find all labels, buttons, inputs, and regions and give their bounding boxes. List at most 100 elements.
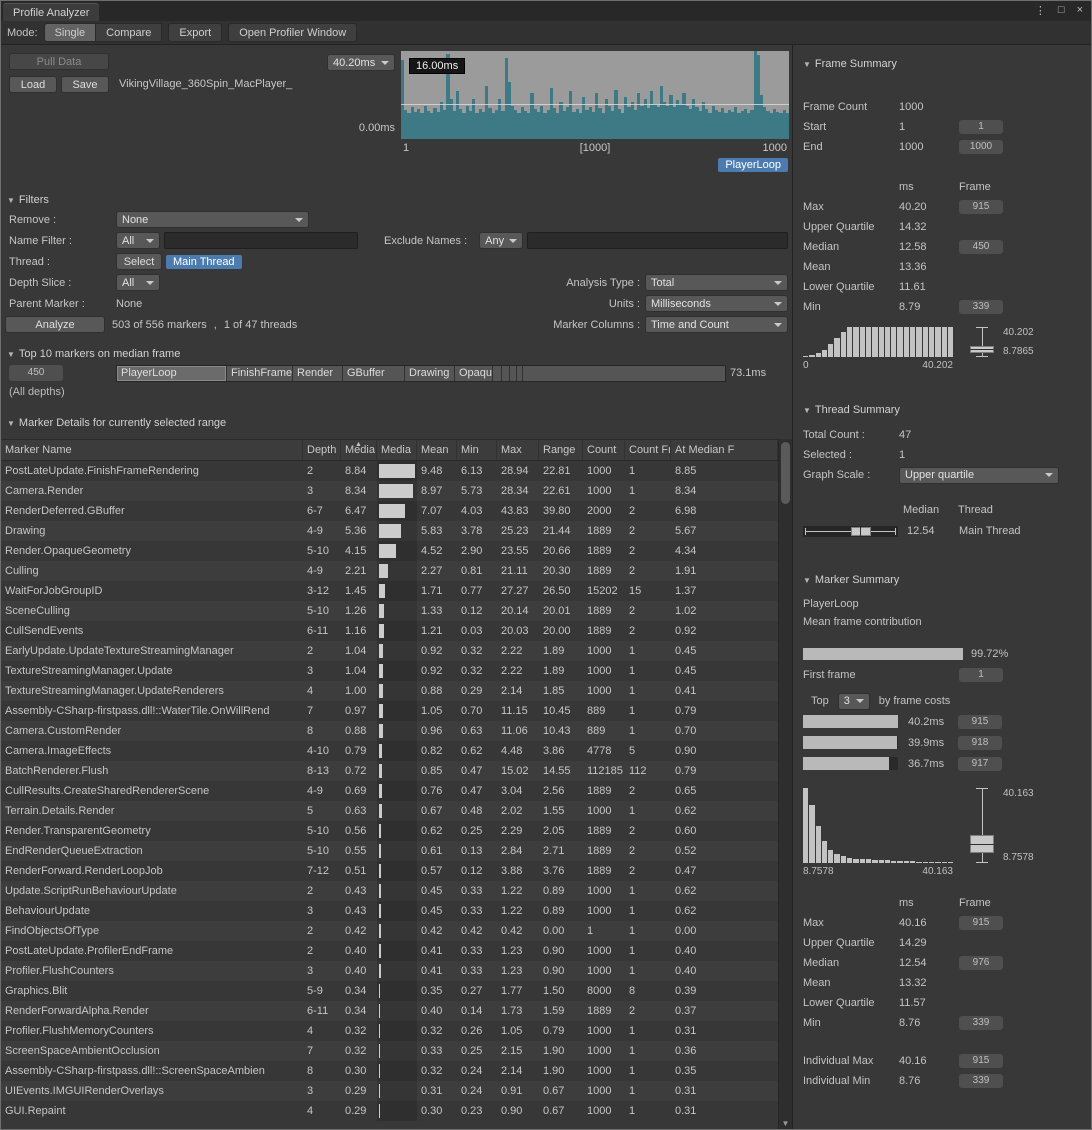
table-row[interactable]: Camera.CustomRender80.880.960.6311.0610.… (1, 721, 778, 741)
table-row[interactable]: Drawing4-95.365.833.7825.2321.44188925.6… (1, 521, 778, 541)
col-median[interactable]: ▲Media (341, 440, 377, 460)
remove-dropdown[interactable]: None (116, 211, 309, 228)
col-range[interactable]: Range (539, 440, 583, 460)
foldout-icon[interactable]: ▼ (7, 419, 15, 428)
table-row[interactable]: CullResults.CreateSharedRendererScene4-9… (1, 781, 778, 801)
scroll-down-icon[interactable]: ▼ (779, 1119, 792, 1128)
frame-badge[interactable]: 339 (959, 1074, 1003, 1088)
graph-scale-dropdown[interactable]: Upper quartile (899, 467, 1059, 484)
top10-segment[interactable]: Render (293, 366, 343, 381)
top-n-dropdown[interactable]: 3 (838, 693, 870, 710)
thread-row[interactable]: 12.54 Main Thread (803, 521, 1085, 541)
mode-single-button[interactable]: Single (44, 23, 97, 42)
foldout-icon[interactable]: ▼ (7, 196, 15, 205)
top10-segment[interactable] (510, 366, 517, 381)
table-row[interactable]: Camera.Render38.348.975.7328.3422.611000… (1, 481, 778, 501)
top10-segment[interactable]: Drawing (405, 366, 455, 381)
exclude-names-input[interactable] (527, 232, 788, 249)
frame-badge[interactable]: 918 (958, 736, 1002, 750)
table-row[interactable]: BatchRenderer.Flush8-130.720.850.4715.02… (1, 761, 778, 781)
frame-badge[interactable]: 339 (959, 300, 1003, 314)
frame-time-chart[interactable]: 16.00ms (401, 51, 789, 139)
top10-segment[interactable]: GBuffer (343, 366, 405, 381)
frame-badge[interactable]: 1000 (959, 140, 1003, 154)
selected-marker-tag[interactable]: PlayerLoop (718, 158, 788, 172)
units-dropdown[interactable]: Milliseconds (645, 295, 788, 312)
frame-histogram[interactable] (803, 327, 953, 357)
table-row[interactable]: SceneCulling5-101.261.330.1220.1420.0118… (1, 601, 778, 621)
foldout-icon[interactable]: ▼ (803, 406, 811, 415)
close-icon[interactable]: × (1077, 4, 1083, 17)
maximize-icon[interactable]: □ (1058, 4, 1065, 17)
top10-segment[interactable] (523, 366, 726, 381)
table-row[interactable]: RenderDeferred.GBuffer6-76.477.074.0343.… (1, 501, 778, 521)
table-row[interactable]: UIEvents.IMGUIRenderOverlays30.290.310.2… (1, 1081, 778, 1101)
name-filter-scope-dropdown[interactable]: All (116, 232, 160, 249)
save-button[interactable]: Save (61, 76, 109, 93)
frame-badge[interactable]: 915 (959, 916, 1003, 930)
col-marker-name[interactable]: Marker Name (1, 440, 303, 460)
frame-badge[interactable]: 915 (958, 715, 1002, 729)
table-row[interactable]: Assembly-CSharp-firstpass.dll!::WaterTil… (1, 701, 778, 721)
frame-badge[interactable]: 917 (958, 757, 1002, 771)
table-row[interactable]: Assembly-CSharp-firstpass.dll!::ScreenSp… (1, 1061, 778, 1081)
frame-badge[interactable]: 450 (959, 240, 1003, 254)
table-row[interactable]: EarlyUpdate.UpdateTextureStreamingManage… (1, 641, 778, 661)
foldout-icon[interactable]: ▼ (7, 350, 15, 359)
marker-histogram[interactable] (803, 788, 953, 863)
table-row[interactable]: Render.TransparentGeometry5-100.560.620.… (1, 821, 778, 841)
analyze-button[interactable]: Analyze (5, 316, 105, 333)
top10-segment[interactable]: PlayerLoop (117, 366, 227, 381)
col-count-frame[interactable]: Count Fra (625, 440, 671, 460)
table-row[interactable]: Profiler.FlushMemoryCounters40.320.320.2… (1, 1021, 778, 1041)
col-mean[interactable]: Mean (417, 440, 457, 460)
frame-range-dropdown[interactable]: 40.20ms (327, 54, 395, 71)
pull-data-button[interactable]: Pull Data (9, 53, 109, 70)
table-row[interactable]: TextureStreamingManager.UpdateRenderers4… (1, 681, 778, 701)
col-count[interactable]: Count (583, 440, 625, 460)
table-row[interactable]: CullSendEvents6-111.161.210.0320.0320.00… (1, 621, 778, 641)
table-row[interactable]: Render.OpaqueGeometry5-104.154.522.9023.… (1, 541, 778, 561)
foldout-icon[interactable]: ▼ (803, 576, 811, 585)
foldout-icon[interactable]: ▼ (803, 60, 811, 69)
kebab-menu-icon[interactable]: ⋮ (1035, 4, 1046, 17)
tab-profile-analyzer[interactable]: Profile Analyzer (3, 3, 99, 21)
table-row[interactable]: WaitForJobGroupID3-121.451.710.7727.2726… (1, 581, 778, 601)
top10-segment[interactable]: FinishFrameR (227, 366, 293, 381)
table-row[interactable]: EndRenderQueueExtraction5-100.550.610.13… (1, 841, 778, 861)
top10-segment[interactable] (502, 366, 510, 381)
open-profiler-window-button[interactable]: Open Profiler Window (228, 23, 357, 42)
table-row[interactable]: Culling4-92.212.270.8121.1120.30188921.9… (1, 561, 778, 581)
thread-select-button[interactable]: Select (116, 253, 162, 270)
exclude-scope-dropdown[interactable]: Any (479, 232, 523, 249)
col-min[interactable]: Min (457, 440, 497, 460)
median-frame-badge[interactable]: 450 (9, 365, 63, 381)
table-row[interactable]: Terrain.Details.Render50.630.670.482.021… (1, 801, 778, 821)
table-row[interactable]: ScreenSpaceAmbientOcclusion70.320.330.25… (1, 1041, 778, 1061)
table-row[interactable]: GUI.Repaint40.290.300.230.900.67100010.3… (1, 1101, 778, 1121)
table-row[interactable]: RenderForward.RenderLoopJob7-120.510.570… (1, 861, 778, 881)
col-at-median[interactable]: At Median F (671, 440, 778, 460)
table-row[interactable]: Profiler.FlushCounters30.400.410.331.230… (1, 961, 778, 981)
top10-segment[interactable] (493, 366, 502, 381)
frame-badge[interactable]: 915 (959, 200, 1003, 214)
col-depth[interactable]: Depth (303, 440, 341, 460)
mode-compare-button[interactable]: Compare (96, 23, 162, 42)
table-row[interactable]: Camera.ImageEffects4-100.790.820.624.483… (1, 741, 778, 761)
marker-columns-dropdown[interactable]: Time and Count (645, 316, 788, 333)
table-row[interactable]: FindObjectsOfType20.420.420.420.420.0011… (1, 921, 778, 941)
col-max[interactable]: Max (497, 440, 539, 460)
analysis-type-dropdown[interactable]: Total (645, 274, 788, 291)
export-button[interactable]: Export (168, 23, 222, 42)
top10-segment[interactable]: Opaqu (455, 366, 493, 381)
col-median-bar[interactable]: Media (377, 440, 417, 460)
scrollbar-thumb[interactable] (781, 442, 790, 504)
first-frame-badge[interactable]: 1 (959, 668, 1003, 682)
thread-main-thread-tag[interactable]: Main Thread (166, 255, 242, 269)
frame-badge[interactable]: 339 (959, 1016, 1003, 1030)
table-scrollbar[interactable]: ▼ (778, 439, 792, 1129)
table-row[interactable]: Graphics.Blit5-90.340.350.271.771.508000… (1, 981, 778, 1001)
table-row[interactable]: BehaviourUpdate30.430.450.331.220.891000… (1, 901, 778, 921)
frame-badge[interactable]: 1 (959, 120, 1003, 134)
frame-badge[interactable]: 915 (959, 1054, 1003, 1068)
